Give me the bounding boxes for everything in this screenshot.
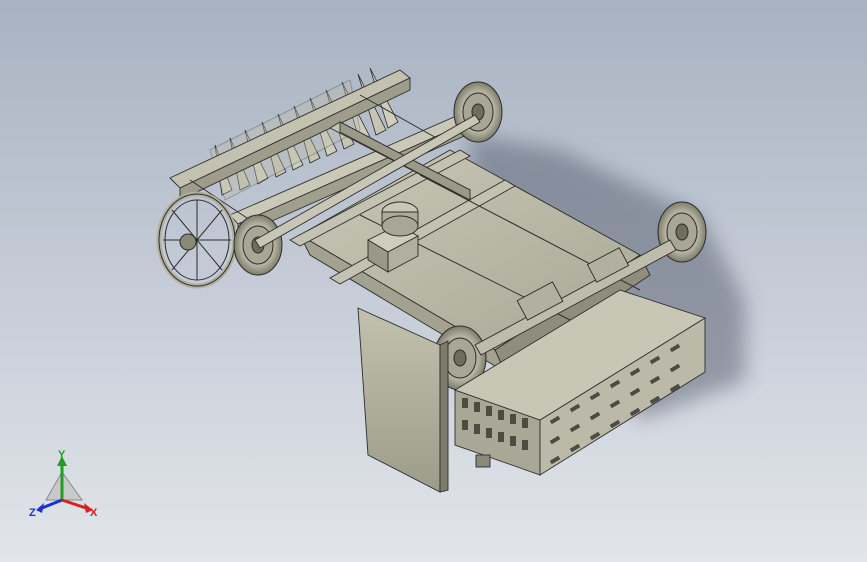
view-triad[interactable]: Y X Z bbox=[0, 0, 867, 562]
triad-base bbox=[45, 471, 83, 501]
y-axis-label: Y bbox=[58, 449, 66, 461]
z-axis-label: Z bbox=[29, 507, 36, 519]
z-axis-head bbox=[36, 503, 44, 513]
graphics-viewport[interactable]: Y X Z bbox=[0, 0, 867, 562]
x-axis-arrow bbox=[61, 498, 87, 510]
z-axis-arrow bbox=[41, 498, 63, 510]
x-axis-label: X bbox=[90, 507, 98, 519]
